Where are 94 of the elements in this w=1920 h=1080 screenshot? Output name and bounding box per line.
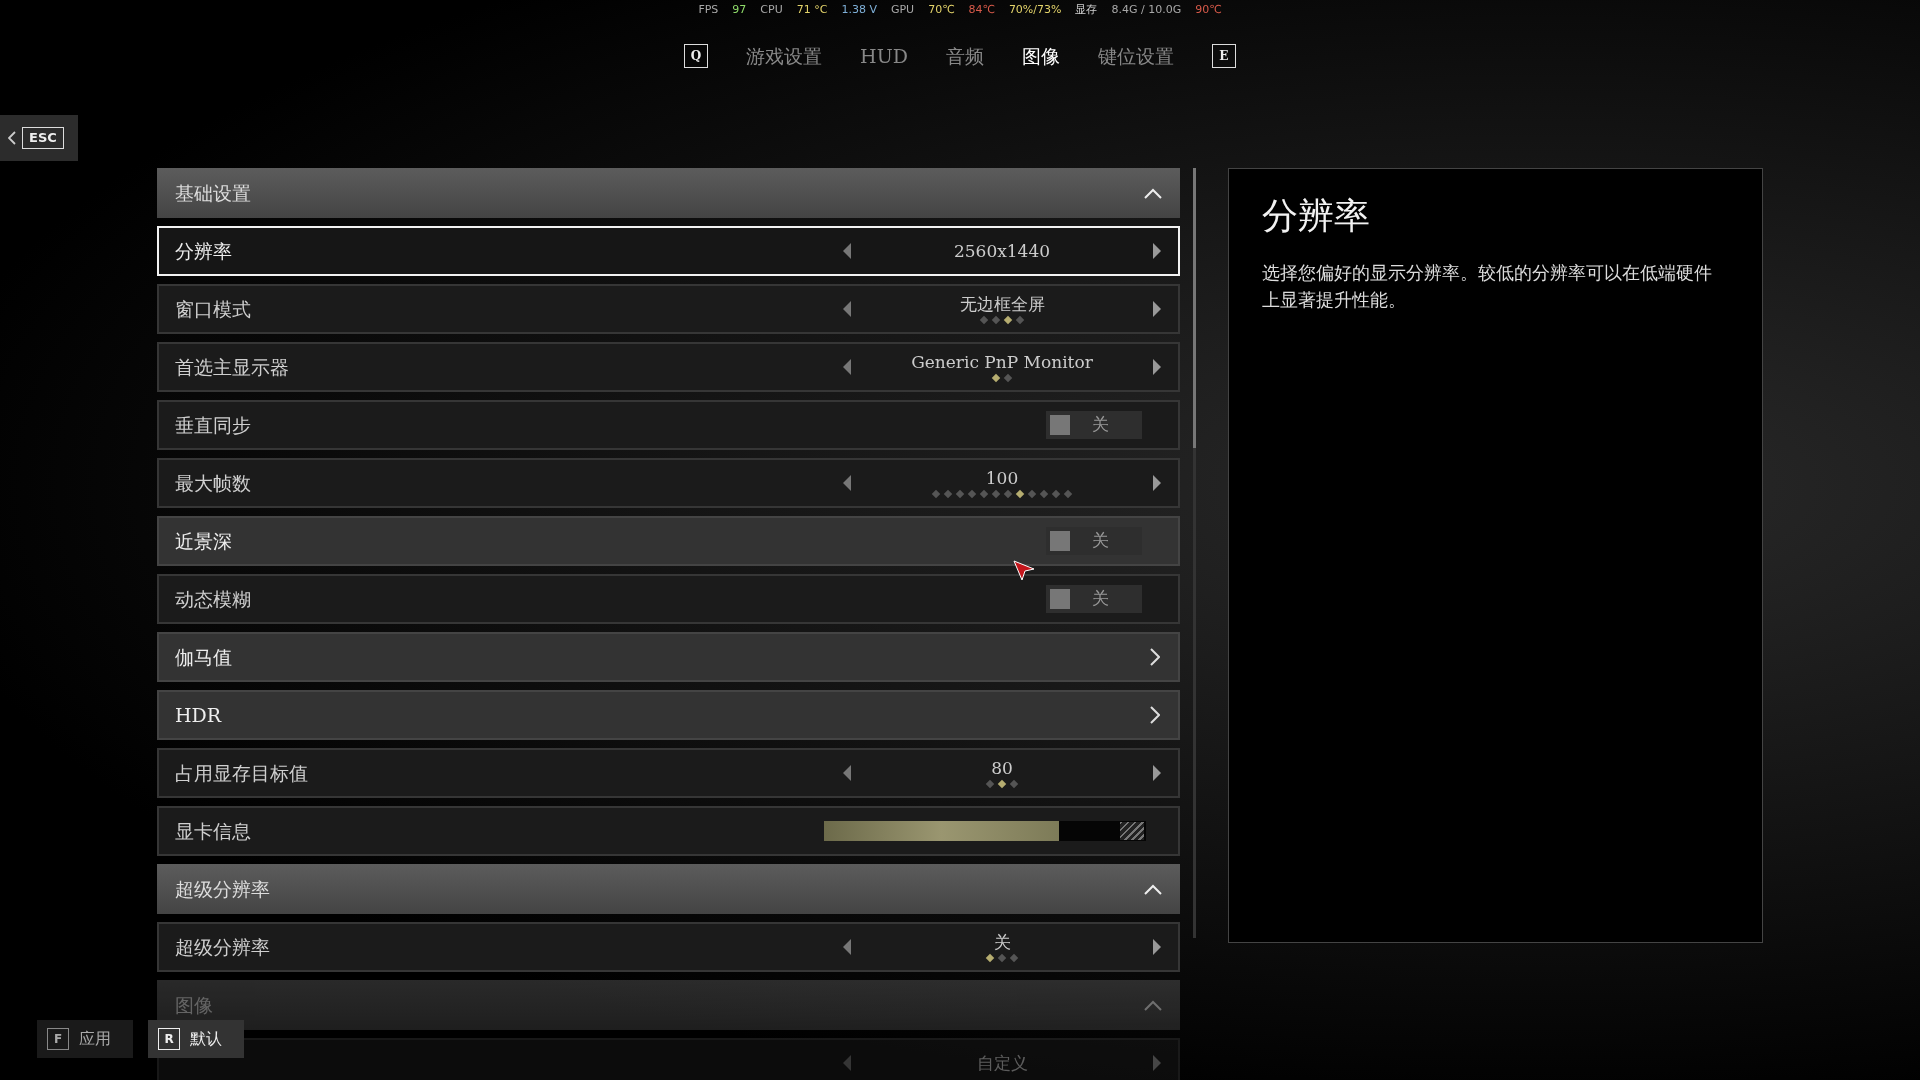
setting-label: 垂直同步 [175,412,251,438]
setting-label: 最大帧数 [175,470,251,496]
setting-row[interactable]: 窗口模式 无边框全屏 [157,284,1180,334]
section-header[interactable]: 超级分辨率 [157,864,1180,914]
toggle-switch[interactable]: 关 [1046,585,1142,613]
scrollbar[interactable] [1193,168,1196,938]
tab[interactable]: 音频 [945,41,984,71]
detail-text: 选择您偏好的显示分辨率。较低的分辨率可以在低端硬件上显著提升性能。 [1262,261,1713,312]
next-button[interactable] [1152,474,1162,492]
striped-marker [1120,822,1144,840]
section-title: 基础设置 [175,180,251,206]
back-button[interactable]: ESC [0,115,78,161]
setting-row[interactable]: 伽马值 [157,632,1180,682]
previous-button[interactable] [842,764,852,782]
stat-text: CPU [760,1,783,18]
setting-row[interactable]: 分辨率 2560x1440 [157,226,1180,276]
next-button[interactable] [1152,764,1162,782]
chevron-right-icon [1150,706,1160,724]
left-arrow-icon [842,358,852,376]
next-button[interactable] [1152,358,1162,376]
previous-button[interactable] [842,358,852,376]
next-button[interactable] [1152,242,1162,260]
left-arrow-icon [842,300,852,318]
setting-label: 窗口模式 [175,296,251,322]
previous-button[interactable] [842,938,852,956]
setting-label: 分辨率 [175,238,232,264]
right-arrow-icon [1152,764,1162,782]
setting-value: Generic PnP Monitor [911,352,1093,372]
stat-text: 90℃ [1195,1,1222,18]
setting-value: 100 [985,468,1019,488]
tab[interactable]: 图像 [1021,41,1060,71]
left-arrow-icon [842,474,852,492]
key-hint: E [1211,44,1236,68]
toggle-switch[interactable]: 关 [1046,527,1142,555]
right-arrow-icon [1152,938,1162,956]
right-arrow-icon [1152,242,1162,260]
previous-button[interactable] [842,474,852,492]
stat-text: 显存 [1075,1,1098,18]
setting-label: 占用显存目标值 [175,760,308,786]
stat-text: GPU [890,1,915,18]
key-hint: Q [684,44,709,68]
section-title: 超级分辨率 [175,876,270,902]
setting-label: 超级分辨率 [175,934,270,960]
setting-row[interactable]: 首选主显示器 Generic PnP Monitor [157,342,1180,392]
stat-text: 70℃ [928,1,955,18]
right-arrow-icon [1152,300,1162,318]
section-title: 图像 [175,992,213,1018]
setting-label: 首选主显示器 [175,354,289,380]
setting-label: 近景深 [175,528,232,554]
setting-value: 自定义 [976,1053,1028,1073]
left-arrow-icon [842,764,852,782]
stat-text: 8.4G / 10.0G [1111,1,1182,18]
stat-text: 1.38 V [841,1,877,18]
detail-title: 分辨率 [1262,194,1371,238]
setting-row[interactable]: 近景深 关 [157,516,1180,566]
setting-row[interactable]: HDR [157,690,1180,740]
cursor-icon [1013,559,1035,582]
setting-row[interactable]: 显卡信息 [157,806,1180,856]
left-arrow-icon [842,242,852,260]
footer-button[interactable]: R 默认 [148,1020,244,1058]
setting-value: 关 [993,932,1011,952]
previous-button[interactable] [842,242,852,260]
stat-text: 70%/73% [1008,1,1062,18]
setting-row[interactable]: 最大帧数 100 [157,458,1180,508]
tab[interactable]: 键位设置 [1097,41,1174,71]
tab[interactable]: 游戏设置 [746,41,823,71]
setting-row[interactable]: 动态模糊 关 [157,574,1180,624]
setting-value: 80 [991,758,1013,778]
previous-button[interactable] [842,300,852,318]
right-arrow-icon [1152,358,1162,376]
tab[interactable]: HUD [860,41,908,71]
footer-button[interactable]: F 应用 [37,1020,133,1058]
setting-row[interactable]: 超级分辨率 关 [157,922,1180,972]
setting-row[interactable]: 垂直同步 关 [157,400,1180,450]
right-arrow-icon [1152,474,1162,492]
setting-label: 显卡信息 [175,818,251,844]
stat-text: 84℃ [968,1,995,18]
setting-label: HDR [175,702,222,728]
setting-label: 伽马值 [175,644,232,670]
setting-row[interactable]: 占用显存目标值 80 [157,748,1180,798]
left-arrow-icon [842,1054,852,1072]
setting-value: 无边框全屏 [959,294,1045,314]
stat-text: 97 [732,1,747,18]
setting-label: 动态模糊 [175,586,251,612]
right-arrow-icon [1152,1054,1162,1072]
stat-text: FPS [698,1,719,18]
stat-text: 71 °C [796,1,828,18]
toggle-switch[interactable]: 关 [1046,411,1142,439]
section-header[interactable]: 基础设置 [157,168,1180,218]
chevron-right-icon [1150,648,1160,666]
next-button[interactable] [1152,938,1162,956]
setting-value: 2560x1440 [953,241,1051,261]
left-arrow-icon [842,938,852,956]
next-button[interactable] [1152,300,1162,318]
